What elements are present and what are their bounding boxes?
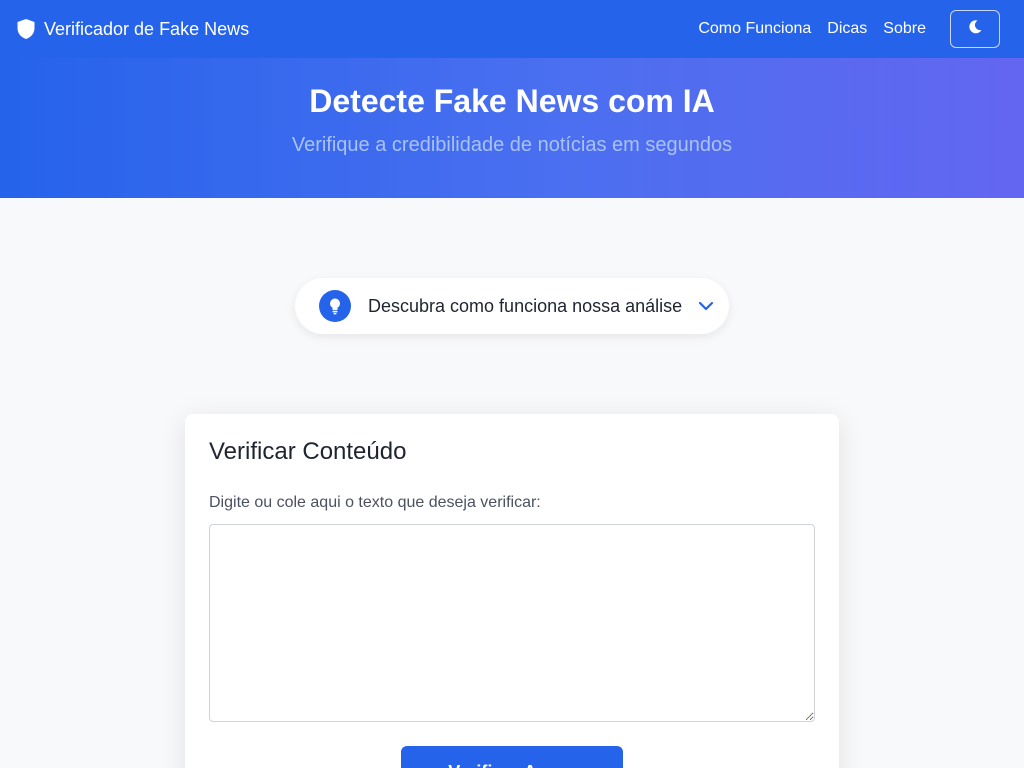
- text-input[interactable]: [209, 524, 815, 722]
- theme-toggle-button[interactable]: [950, 10, 1000, 48]
- nav-link-dicas[interactable]: Dicas: [827, 20, 867, 38]
- hero-subtitle: Verifique a credibilidade de notícias em…: [291, 134, 733, 156]
- moon-icon: [967, 19, 983, 40]
- nav-links: Como Funciona Dicas Sobre: [698, 20, 926, 38]
- verify-content-card: Verificar Conteúdo Digite ou cole aqui o…: [185, 414, 839, 768]
- verify-now-button[interactable]: Verificar Agora: [401, 746, 623, 768]
- nav-link-sobre[interactable]: Sobre: [883, 20, 926, 38]
- brand-name: Verificador de Fake News: [44, 18, 250, 39]
- how-it-works-label: Descubra como funciona nossa análise: [368, 295, 683, 316]
- hero-title: Detecte Fake News com IA: [309, 83, 715, 119]
- chevron-down-icon: [698, 301, 714, 311]
- card-title: Verificar Conteúdo: [209, 438, 407, 465]
- top-navbar: Verificador de Fake News Como Funciona D…: [0, 0, 1024, 58]
- lightbulb-icon: [319, 290, 351, 322]
- how-it-works-toggle[interactable]: Descubra como funciona nossa análise: [295, 278, 729, 334]
- brand[interactable]: Verificador de Fake News: [16, 18, 249, 40]
- text-field-label: Digite ou cole aqui o texto que deseja v…: [209, 494, 541, 511]
- hero-banner: Detecte Fake News com IA Verifique a cre…: [0, 58, 1024, 198]
- nav-link-como-funciona[interactable]: Como Funciona: [698, 20, 811, 38]
- shield-icon: [16, 18, 36, 40]
